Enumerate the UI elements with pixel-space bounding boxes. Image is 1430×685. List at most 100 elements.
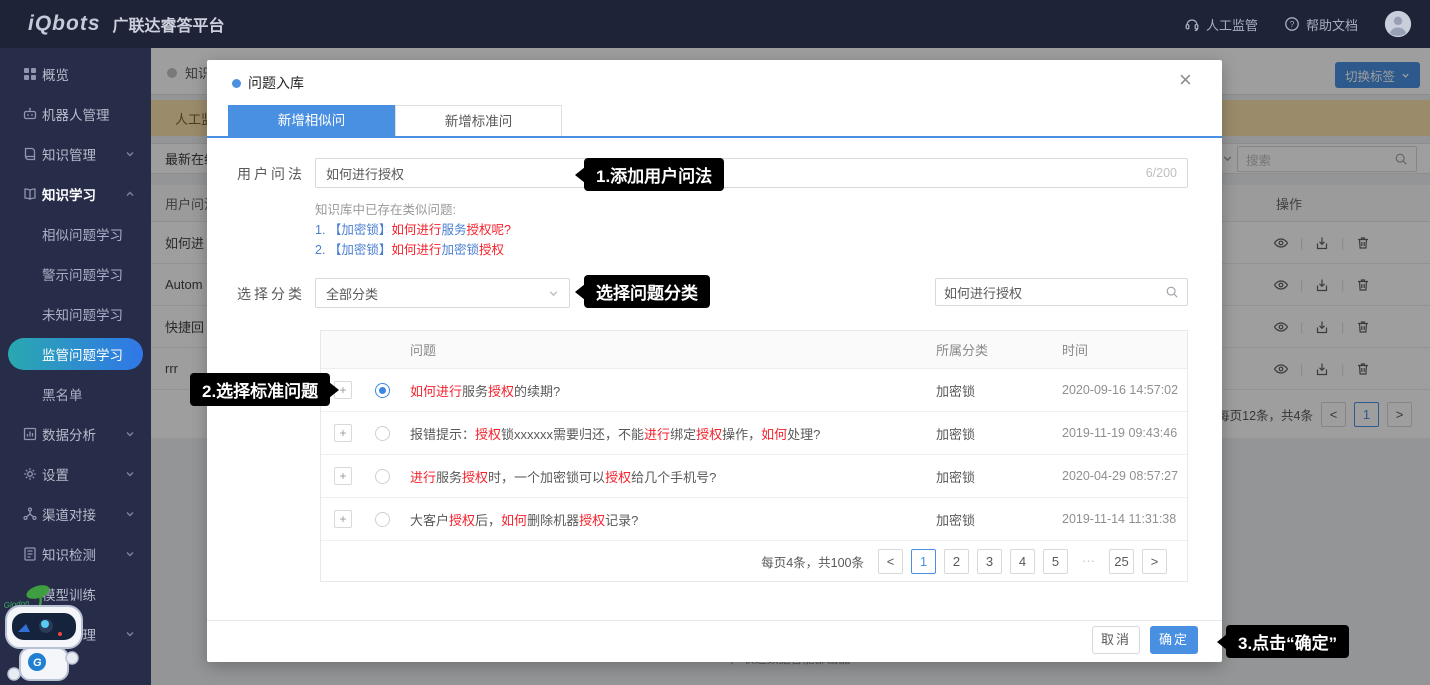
grid-icon: [22, 66, 38, 82]
question-search-input[interactable]: 如何进行授权: [935, 278, 1188, 306]
sidebar-item-data-analysis[interactable]: 数据分析: [0, 414, 151, 454]
standard-question-table: 问题 所属分类 时间 + 如何进行服务授权的续期? 加密锁 2020-09-16…: [320, 330, 1188, 582]
similar-question-link[interactable]: 1. 【加密锁】如何进行服务授权呢?: [315, 220, 511, 240]
chevron-up-icon: [125, 189, 135, 199]
question-cell: 进行服务授权时，一个加密锁可以授权给几个手机号?: [400, 467, 936, 486]
svg-text:?: ?: [1290, 19, 1295, 29]
mascot-robot-image: Glodon G: [0, 582, 108, 685]
headset-icon: [1184, 16, 1200, 32]
top-header-bar: iQbots 广联达睿答平台 人工监管 ? 帮助文档: [0, 0, 1430, 48]
table-row[interactable]: + 如何进行服务授权的续期? 加密锁 2020-09-16 14:57:02: [321, 369, 1187, 412]
char-counter: 6/200: [1146, 166, 1177, 180]
question-cell: 报错提示：授权锁xxxxxx需要归还，不能进行绑定授权操作，如何处理?: [400, 424, 936, 443]
radio-button[interactable]: [375, 469, 390, 484]
expand-button[interactable]: +: [334, 424, 352, 442]
sidebar-item-overview[interactable]: 概览: [0, 54, 151, 94]
modal-tabs: 新增相似问 新增标准问: [228, 105, 562, 137]
manual-monitor-label: 人工监管: [1206, 15, 1258, 34]
callout-select-category: 选择问题分类: [584, 275, 710, 308]
expand-button[interactable]: +: [334, 510, 352, 528]
book-open-icon: [22, 186, 38, 202]
time-cell: 2020-04-29 08:57:27: [1062, 469, 1187, 483]
user-avatar[interactable]: [1384, 10, 1412, 38]
sidebar-item-blacklist[interactable]: 黑名单: [0, 374, 151, 414]
cancel-button[interactable]: 取消: [1092, 626, 1140, 654]
chart-icon: [22, 426, 38, 442]
callout-add-user-question: 1.添加用户问法: [584, 158, 724, 191]
category-cell: 加密锁: [936, 510, 1062, 529]
close-icon[interactable]: ×: [1179, 69, 1192, 91]
document-check-icon: [22, 546, 38, 562]
modal-title-dot-icon: [232, 79, 241, 88]
chevron-down-icon: [125, 549, 135, 559]
callout-select-standard-question: 2.选择标准问题: [190, 373, 330, 406]
pagination-ellipsis[interactable]: ···: [1076, 549, 1101, 574]
sidebar-item-similar-question-learning[interactable]: 相似问题学习: [0, 214, 151, 254]
page-button[interactable]: 2: [944, 549, 969, 574]
chevron-down-icon: [125, 469, 135, 479]
time-cell: 2019-11-19 09:43:46: [1062, 426, 1187, 440]
tab-new-similar-question[interactable]: 新增相似问: [228, 105, 395, 137]
app-title: 广联达睿答平台: [113, 12, 225, 36]
similar-question-link[interactable]: 2. 【加密锁】如何进行加密锁授权: [315, 240, 511, 260]
category-cell: 加密锁: [936, 381, 1062, 400]
gear-icon: [22, 466, 38, 482]
page-button[interactable]: 5: [1043, 549, 1068, 574]
modal-pagination: 每页4条，共100条 < 1 2 3 4 5 ··· 25 >: [321, 541, 1187, 581]
expand-button[interactable]: +: [334, 467, 352, 485]
radio-button[interactable]: [375, 426, 390, 441]
time-cell: 2019-11-14 11:31:38: [1062, 512, 1187, 526]
chevron-down-icon: [125, 149, 135, 159]
prev-page-button[interactable]: <: [878, 549, 903, 574]
tabs-underline: [207, 136, 1222, 138]
sidebar-item-robot-management[interactable]: 机器人管理: [0, 94, 151, 134]
share-nodes-icon: [22, 506, 38, 522]
sidebar-item-channel-docking[interactable]: 渠道对接: [0, 494, 151, 534]
category-select[interactable]: 全部分类: [315, 278, 570, 308]
help-docs-link[interactable]: ? 帮助文档: [1284, 15, 1358, 34]
time-cell: 2020-09-16 14:57:02: [1062, 383, 1187, 397]
table-header-row: 问题 所属分类 时间: [321, 331, 1187, 369]
confirm-button[interactable]: 确定: [1150, 626, 1198, 654]
sidebar-item-knowledge-detection[interactable]: 知识检测: [0, 534, 151, 574]
user-question-label: 用户问法: [237, 164, 305, 184]
modal-title: 问题入库: [248, 73, 304, 93]
book-icon: [22, 146, 38, 162]
category-label: 选择分类: [237, 284, 305, 304]
category-cell: 加密锁: [936, 424, 1062, 443]
callout-click-confirm: 3.点击“确定”: [1226, 625, 1349, 658]
sidebar-item-warning-question-learning[interactable]: 警示问题学习: [0, 254, 151, 294]
next-page-button[interactable]: >: [1142, 549, 1167, 574]
question-cell: 大客户授权后，如何删除机器授权记录?: [400, 510, 936, 529]
tab-new-standard-question[interactable]: 新增标准问: [395, 105, 562, 137]
page-button[interactable]: 1: [911, 549, 936, 574]
question-circle-icon: ?: [1284, 16, 1300, 32]
manual-monitor-link[interactable]: 人工监管: [1184, 15, 1258, 34]
pagination-summary: 每页4条，共100条: [761, 552, 864, 571]
question-entry-modal: 问题入库 × 新增相似问 新增标准问 用户问法 如何进行授权 6/200 知识库…: [207, 60, 1222, 662]
svg-text:G: G: [33, 657, 42, 669]
sidebar-item-unknown-question-learning[interactable]: 未知问题学习: [0, 294, 151, 334]
sidebar-item-supervised-question-learning[interactable]: 监管问题学习: [0, 334, 151, 374]
page-button[interactable]: 25: [1109, 549, 1134, 574]
chevron-down-icon: [548, 288, 559, 299]
user-question-input[interactable]: 如何进行授权 6/200: [315, 158, 1188, 188]
table-row[interactable]: + 进行服务授权时，一个加密锁可以授权给几个手机号? 加密锁 2020-04-2…: [321, 455, 1187, 498]
search-icon: [1165, 285, 1179, 299]
chevron-down-icon: [125, 629, 135, 639]
sidebar-item-knowledge-management[interactable]: 知识管理: [0, 134, 151, 174]
sidebar-item-knowledge-learning[interactable]: 知识学习: [0, 174, 151, 214]
radio-button[interactable]: [375, 512, 390, 527]
page-button[interactable]: 4: [1010, 549, 1035, 574]
page-button[interactable]: 3: [977, 549, 1002, 574]
question-cell: 如何进行服务授权的续期?: [400, 381, 936, 400]
chevron-down-icon: [125, 509, 135, 519]
radio-button-selected[interactable]: [375, 383, 390, 398]
help-docs-label: 帮助文档: [1306, 15, 1358, 34]
similar-question-hint: 知识库中已存在类似问题: 1. 【加密锁】如何进行服务授权呢? 2. 【加密锁】…: [315, 200, 511, 260]
category-cell: 加密锁: [936, 467, 1062, 486]
app-logo: iQbots: [28, 12, 101, 36]
table-row[interactable]: + 报错提示：授权锁xxxxxx需要归还，不能进行绑定授权操作，如何处理? 加密…: [321, 412, 1187, 455]
table-row[interactable]: + 大客户授权后，如何删除机器授权记录? 加密锁 2019-11-14 11:3…: [321, 498, 1187, 541]
sidebar-item-settings[interactable]: 设置: [0, 454, 151, 494]
